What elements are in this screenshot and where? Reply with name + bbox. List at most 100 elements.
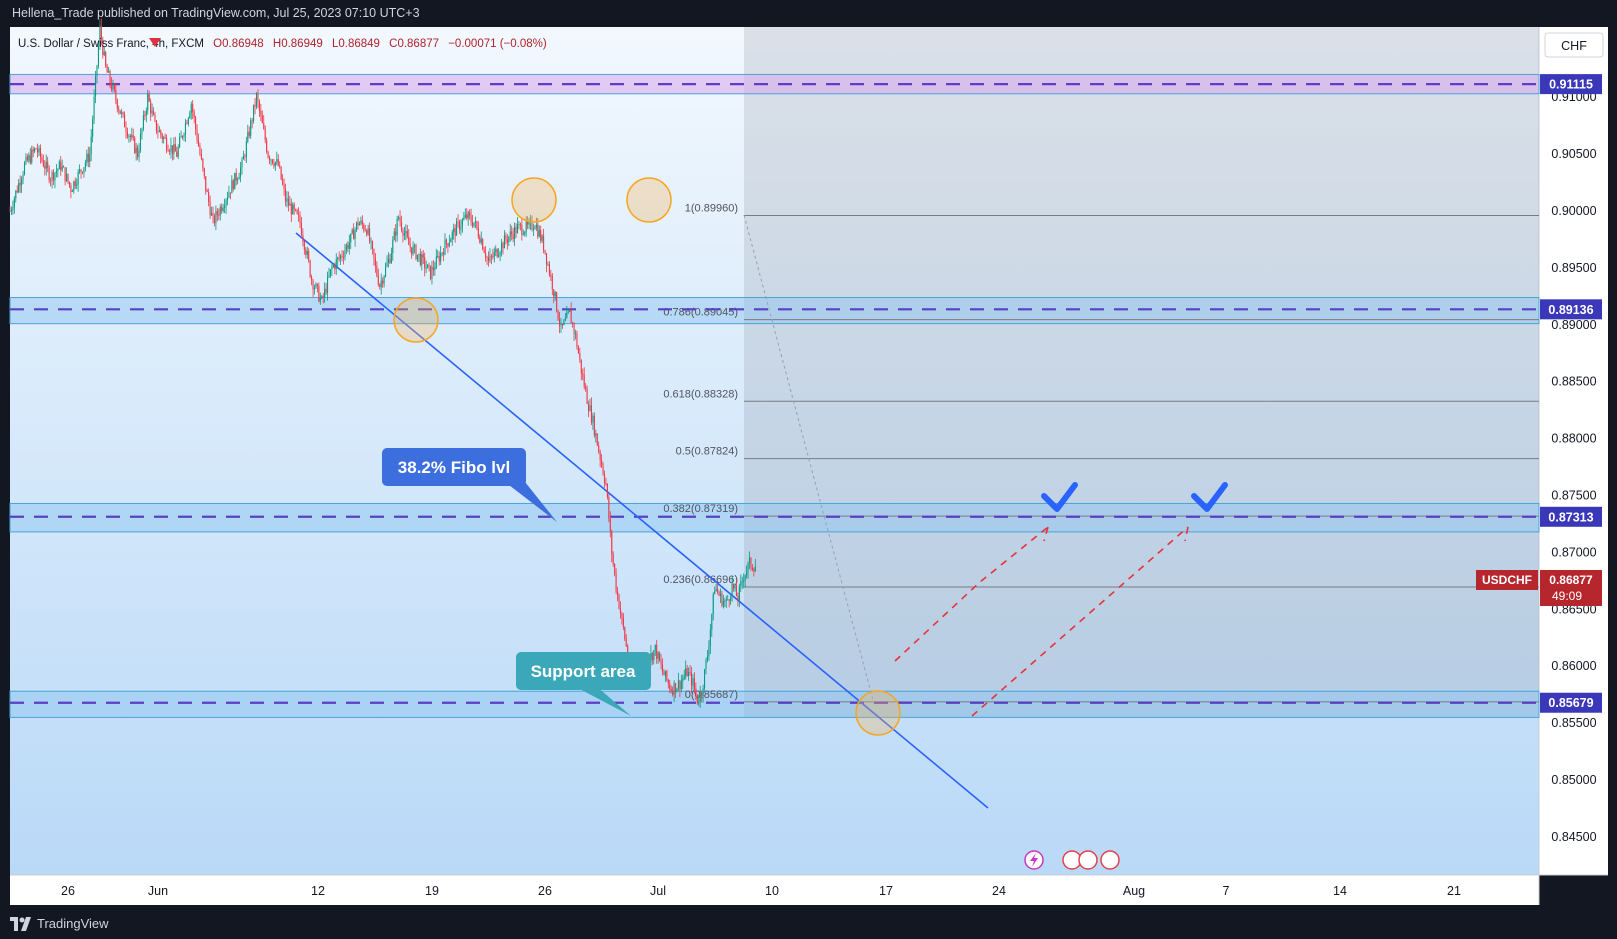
candle-body xyxy=(563,320,565,325)
candle-body xyxy=(31,149,33,163)
candle-body xyxy=(309,260,311,277)
candle-body xyxy=(216,211,218,216)
candle-body xyxy=(560,323,562,326)
candle-body xyxy=(327,276,329,293)
candle-body xyxy=(41,157,43,161)
price-tick-label: 0.85000 xyxy=(1551,773,1596,787)
candle-body xyxy=(737,596,739,602)
candle-body xyxy=(582,373,584,375)
candle-body xyxy=(669,683,671,690)
candle-body xyxy=(617,591,619,595)
candle-body xyxy=(653,650,655,661)
time-tick-label: Jun xyxy=(148,884,168,898)
candle-body xyxy=(672,691,674,695)
candle-body xyxy=(392,240,394,254)
candle-body xyxy=(466,214,468,219)
highlight-ring xyxy=(855,690,901,736)
candle-body xyxy=(389,258,391,263)
candle-body xyxy=(554,292,556,297)
candle-body xyxy=(322,296,324,298)
candle-body xyxy=(134,137,136,153)
price-tick-label: 0.87500 xyxy=(1551,489,1596,503)
candle-body xyxy=(168,151,171,152)
candle-body xyxy=(725,599,727,601)
time-tick-label: 24 xyxy=(992,884,1006,898)
candle-body xyxy=(286,198,288,202)
candle-body xyxy=(215,211,217,224)
candle-body xyxy=(293,204,295,210)
candle-body xyxy=(255,93,258,107)
candle-body xyxy=(490,255,492,257)
candle-body xyxy=(28,155,30,161)
candle-body xyxy=(48,167,50,181)
candle-body xyxy=(663,672,665,676)
candle-body xyxy=(354,229,356,240)
candle-body xyxy=(308,251,310,261)
candle-body xyxy=(727,599,729,601)
candle-body xyxy=(545,253,548,265)
candle-body xyxy=(131,135,133,138)
symbol-legend[interactable]: U.S. Dollar / Swiss Franc, 4h, FXCM O0.8… xyxy=(18,38,547,50)
candle-body xyxy=(93,96,95,120)
candle-body xyxy=(573,323,575,334)
price-tick-label: 0.90500 xyxy=(1551,147,1596,161)
tradingview-logo[interactable]: TradingView xyxy=(10,909,109,939)
candle-body xyxy=(564,318,566,321)
candle-body xyxy=(415,245,417,260)
candle-body xyxy=(369,228,371,242)
candle-body xyxy=(306,251,308,255)
candle-body xyxy=(586,388,588,405)
candle-body xyxy=(712,594,714,615)
candle-body xyxy=(754,566,756,572)
candle-body xyxy=(206,191,208,192)
candle-body xyxy=(437,256,439,257)
candle-body xyxy=(179,137,181,148)
candle-body xyxy=(137,147,139,158)
candle-body xyxy=(105,52,107,67)
candle-body xyxy=(403,233,405,236)
candle-body xyxy=(535,224,537,228)
candle-body xyxy=(440,253,442,262)
candle-body xyxy=(735,585,737,597)
candle-body xyxy=(569,309,571,312)
candle-body xyxy=(502,242,504,249)
candle-body xyxy=(592,415,594,423)
candle-body xyxy=(58,161,60,170)
price-tick-label: 0.88000 xyxy=(1551,432,1596,446)
us-flag-icon[interactable] xyxy=(1078,850,1098,870)
candle-body xyxy=(718,592,720,596)
candle-body xyxy=(84,162,86,168)
candle-body xyxy=(400,221,403,230)
candle-body xyxy=(42,160,44,167)
candle-body xyxy=(66,173,68,181)
candle-body xyxy=(371,241,374,249)
candle-body xyxy=(279,165,281,167)
price-chart[interactable]: 1(0.89960) 0.786(0.89045) 0.618(0.88328) 0.… xyxy=(0,0,1617,939)
currency-badge[interactable]: CHF xyxy=(1544,32,1604,58)
candle-body xyxy=(70,185,72,192)
candle-body xyxy=(284,188,287,202)
candle-body xyxy=(429,265,432,279)
candle-body xyxy=(528,222,530,225)
candle-body xyxy=(315,283,317,288)
candle-body xyxy=(695,688,697,695)
candle-body xyxy=(244,156,246,158)
candle-body xyxy=(335,259,337,270)
candle-body xyxy=(199,146,201,155)
candle-body xyxy=(290,203,292,215)
candle-body xyxy=(402,229,404,236)
candle-body xyxy=(618,594,620,609)
candle-body xyxy=(373,248,375,259)
candle-body xyxy=(87,153,89,162)
candle-body xyxy=(45,161,47,169)
candle-body xyxy=(313,287,316,290)
candle-body xyxy=(266,140,268,152)
candle-body xyxy=(612,554,614,564)
candle-body xyxy=(661,664,664,673)
candle-body xyxy=(457,221,459,223)
event-icons[interactable] xyxy=(1024,850,1120,870)
candle-body xyxy=(450,239,452,243)
us-flag-icon[interactable] xyxy=(1100,850,1120,870)
candle-body xyxy=(351,229,353,234)
candle-body xyxy=(719,593,722,596)
